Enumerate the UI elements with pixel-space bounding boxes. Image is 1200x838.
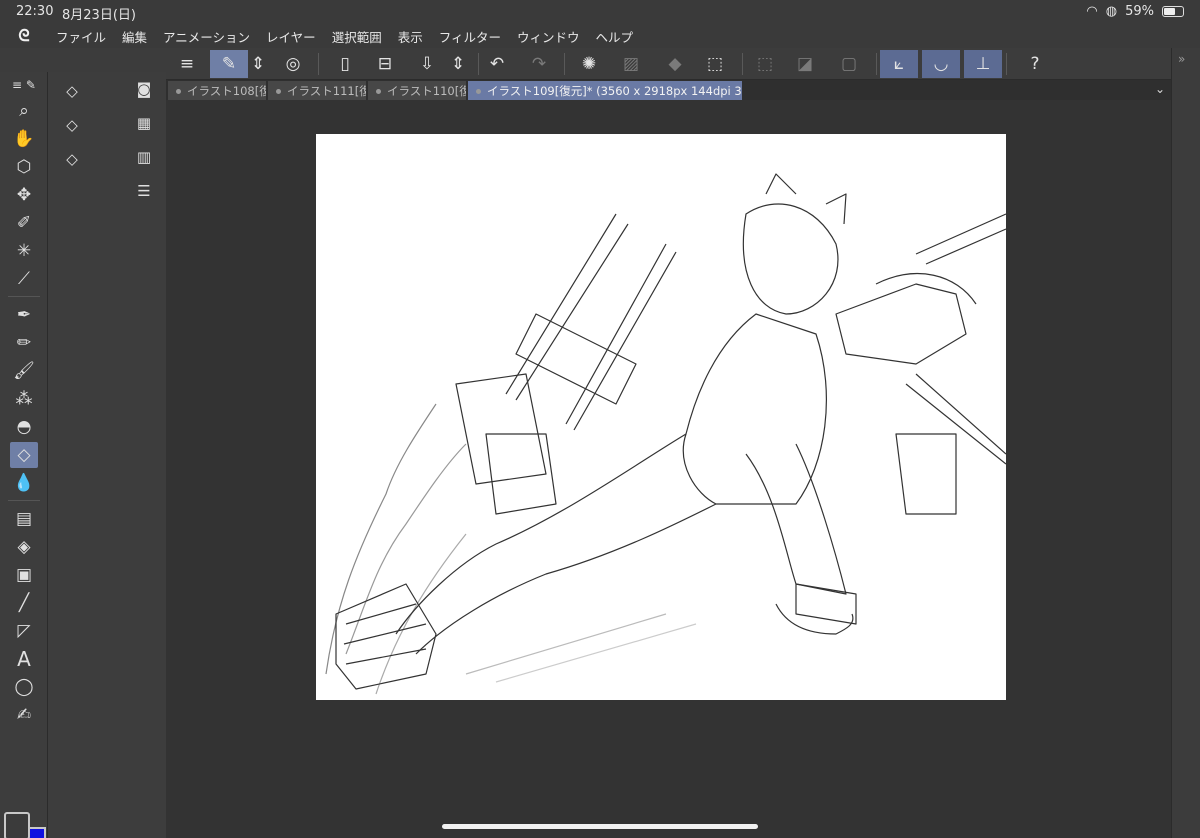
updown-2-icon[interactable]: ⇕ — [446, 50, 470, 78]
menu-help[interactable]: ヘルプ — [588, 27, 642, 46]
object-icon[interactable]: ⬡ — [10, 154, 38, 180]
menu-animation[interactable]: アニメーション — [155, 27, 258, 46]
pen-tool-icon[interactable]: ≡ ✎ — [4, 72, 44, 98]
home-indicator[interactable] — [442, 824, 758, 829]
status-right: ◠ ◍ 59% — [1086, 4, 1184, 19]
magic-wand-icon[interactable]: ✳ — [10, 238, 38, 264]
menu-view[interactable]: 表示 — [390, 27, 431, 46]
divider — [564, 53, 565, 75]
undo-icon[interactable]: ↶ — [478, 50, 516, 78]
correction-icon[interactable]: ✍ — [10, 702, 38, 728]
sub-tool-palette: ◇ ◇ ◇ ◙ ▦ ▥ ☰ — [48, 72, 166, 838]
divider — [1006, 53, 1007, 75]
divider — [742, 53, 743, 75]
timeline-icon[interactable]: ▥ — [130, 144, 158, 170]
ruler-snap-icon[interactable]: ⟀ — [880, 50, 918, 78]
clear-icon[interactable]: ▨ — [612, 50, 650, 78]
chevron-down-icon[interactable]: ⌄ — [1155, 82, 1165, 96]
divider — [876, 53, 877, 75]
line-art-drawing — [325, 173, 1006, 695]
drawing-canvas[interactable] — [316, 134, 1006, 700]
canvas-workspace[interactable] — [166, 100, 1171, 838]
menu-layer[interactable]: レイヤー — [258, 27, 324, 46]
spinner-icon[interactable]: ✺ — [570, 50, 608, 78]
decoration-icon[interactable]: ◓ — [10, 414, 38, 440]
special-ruler-snap-icon[interactable]: ◡ — [922, 50, 960, 78]
airbrush-icon[interactable]: ⁂ — [10, 386, 38, 412]
eraser-icon[interactable]: ◇ — [10, 442, 38, 468]
color-set-icon[interactable]: ▦ — [130, 110, 158, 136]
blend-icon[interactable]: 💧 — [10, 470, 38, 496]
menu-selection[interactable]: 選択範囲 — [324, 27, 390, 46]
battery-icon — [1162, 6, 1184, 17]
tab-document[interactable]: イラスト111[復 — [268, 81, 366, 100]
updown-icon[interactable]: ⇕ — [246, 50, 270, 78]
divider — [8, 500, 40, 501]
transform-icon[interactable]: ⬚ — [696, 50, 734, 78]
save-icon[interactable]: ⇩ — [408, 50, 446, 78]
tab-dot-icon — [276, 89, 281, 94]
fill-bucket-icon[interactable]: ◆ — [656, 50, 694, 78]
soft-eraser-icon[interactable]: ◇ — [58, 112, 86, 138]
eyedropper-icon[interactable]: ⟋ — [10, 266, 38, 292]
move-icon[interactable]: ✥ — [10, 182, 38, 208]
line-icon[interactable]: ╱ — [10, 590, 38, 616]
tab-document[interactable]: イラスト108[復 — [168, 81, 266, 100]
tab-dot-icon — [476, 89, 481, 94]
lasso-icon[interactable]: ✐ — [10, 210, 38, 236]
pen-icon[interactable]: ✒ — [10, 302, 38, 328]
right-dock: » — [1171, 48, 1200, 838]
help-icon[interactable]: ? — [1016, 50, 1054, 78]
date: 8月23日(日) — [62, 8, 136, 23]
redo-icon[interactable]: ↷ — [520, 50, 558, 78]
menu-bar: ᘓ ファイル 編集 アニメーション レイヤー 選択範囲 表示 フィルター ウィン… — [0, 24, 1200, 48]
hand-icon[interactable]: ✋ — [10, 126, 38, 152]
wifi-icon: ◠ — [1086, 4, 1098, 19]
clock: 22:30 — [16, 4, 54, 19]
balloon-icon[interactable]: ◯ — [10, 674, 38, 700]
menu-filter[interactable]: フィルター — [431, 27, 509, 46]
vector-eraser-icon[interactable]: ◇ — [58, 146, 86, 172]
deselect-icon[interactable]: ⬚ — [746, 50, 784, 78]
battery-percent: 59% — [1125, 4, 1154, 19]
layer-list-icon[interactable]: ☰ — [130, 178, 158, 204]
divider — [318, 53, 319, 75]
main-color-swatch[interactable] — [4, 812, 30, 838]
rotation-lock-icon: ◍ — [1105, 4, 1118, 19]
tab-dot-icon — [176, 89, 181, 94]
fill-icon[interactable]: ◈ — [10, 534, 38, 560]
layer-property-icon[interactable]: ◙ — [130, 76, 158, 102]
battery-fill — [1164, 8, 1175, 15]
zoom-icon[interactable]: ⌕ — [10, 98, 38, 124]
new-file-icon[interactable]: ▯ — [326, 50, 364, 78]
hard-eraser-icon[interactable]: ◇ — [58, 78, 86, 104]
edit-mode-icon[interactable]: ✎ — [210, 50, 248, 78]
frame-icon[interactable]: ▤ — [10, 506, 38, 532]
invert-selection-icon[interactable]: ◪ — [786, 50, 824, 78]
menu-file[interactable]: ファイル — [48, 27, 114, 46]
ruler-icon[interactable]: ◸ — [10, 618, 38, 644]
text-icon[interactable]: A — [10, 646, 38, 672]
menu-edit[interactable]: 編集 — [114, 27, 155, 46]
menu-icon[interactable]: ≡ — [168, 50, 206, 78]
tab-dot-icon — [376, 89, 381, 94]
select-all-icon[interactable]: ▢ — [830, 50, 868, 78]
expand-right-icon[interactable]: » — [1178, 52, 1185, 66]
status-bar: 22:30 8月23日(日) ◠ ◍ 59% — [0, 0, 1200, 24]
smart-icon[interactable]: ◎ — [274, 50, 312, 78]
grid-snap-icon[interactable]: ⊥ — [964, 50, 1002, 78]
tool-palette: ≡ ✎ ⌕ ✋ ⬡ ✥ ✐ ✳ ⟋ ✒ ✏ 🖌 ⁂ ◓ ◇ 💧 ▤ ◈ ▣ ╱ … — [0, 72, 48, 838]
gradient-icon[interactable]: ▣ — [10, 562, 38, 588]
clip-studio-logo-icon[interactable]: ᘓ — [0, 26, 48, 46]
tab-document[interactable]: イラスト110[復 — [368, 81, 466, 100]
pencil-icon[interactable]: ✏ — [10, 330, 38, 356]
menu-window[interactable]: ウィンドウ — [509, 27, 588, 46]
tab-document-active[interactable]: イラスト109[復元]* (3560 x 2918px 144dpi 38.6%… — [468, 81, 742, 100]
command-bar: ≡ ✎ ⇕ ◎ ▯ ⊟ ⇩ ⇕ ↶ ↷ ✺ ▨ ◆ ⬚ ⬚ ◪ ▢ ⟀ ◡ ⊥ … — [166, 48, 1171, 80]
brush-icon[interactable]: 🖌 — [10, 358, 38, 384]
open-folder-icon[interactable]: ⊟ — [366, 50, 404, 78]
document-tabs: イラスト108[復 イラスト111[復 イラスト110[復 イラスト109[復元… — [166, 80, 1171, 100]
divider — [8, 296, 40, 297]
